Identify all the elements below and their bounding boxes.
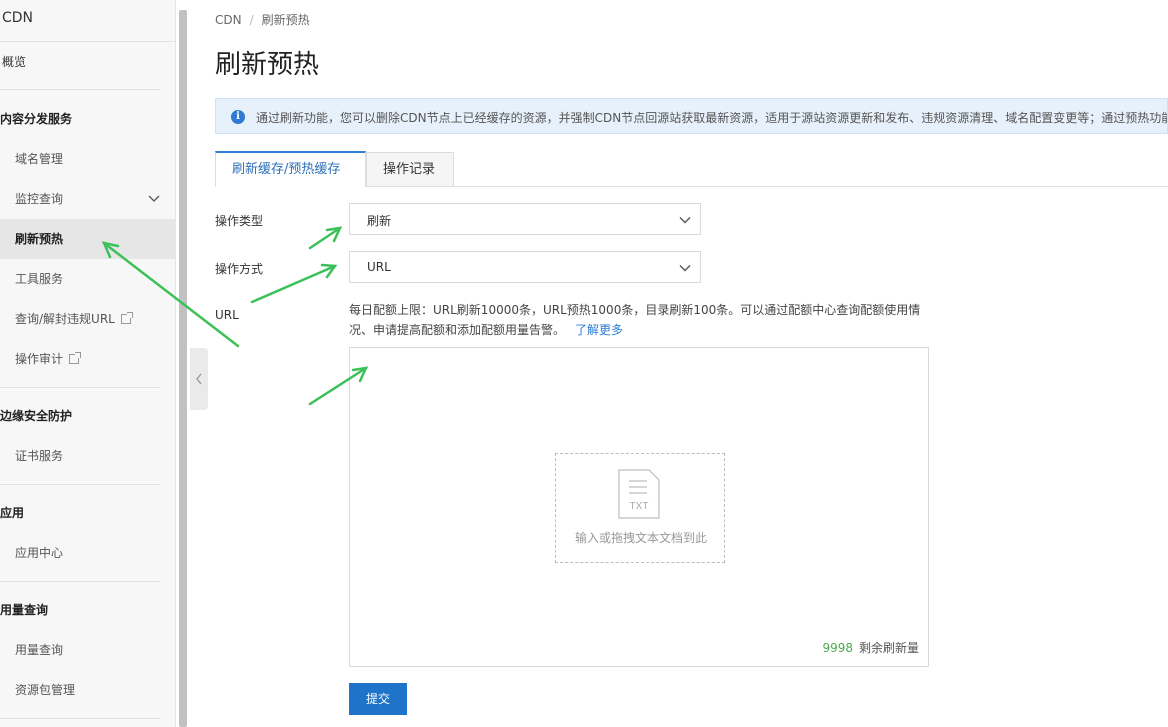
tab-bar: 刷新缓存/预热缓存 操作记录 xyxy=(215,151,1168,187)
sidebar-divider xyxy=(0,484,160,485)
sidebar-group-content: 内容分发服务 xyxy=(0,112,73,126)
remaining-counter: 9998 剩余刷新量 xyxy=(822,639,919,656)
info-notice: i 通过刷新功能，您可以删除CDN节点上已经缓存的资源，并强制CDN节点回源站获… xyxy=(215,98,1168,134)
main-content: CDN / 刷新预热 刷新预热 i 通过刷新功能，您可以删除CDN节点上已经缓存的资… xyxy=(215,0,1168,727)
page-title: 刷新预热 xyxy=(215,50,320,80)
external-link-icon xyxy=(69,352,82,364)
sidebar-item-package[interactable]: 资源包管理 xyxy=(0,670,176,710)
notice-text: 通过刷新功能，您可以删除CDN节点上已经缓存的资源，并强制CDN节点回源站获取最… xyxy=(256,111,1168,125)
svg-text:TXT: TXT xyxy=(630,501,649,512)
operation-type-label: 操作类型 xyxy=(215,214,264,228)
sidebar-group-edge: 边缘安全防护 xyxy=(0,409,73,423)
sidebar-item-tools[interactable]: 工具服务 xyxy=(0,259,176,299)
operation-mode-label: 操作方式 xyxy=(215,262,264,276)
breadcrumb: CDN / 刷新预热 xyxy=(215,11,310,28)
sidebar-collapse-button[interactable] xyxy=(190,348,208,410)
tab-operation-log[interactable]: 操作记录 xyxy=(366,152,454,187)
url-label: URL xyxy=(215,308,239,322)
sidebar-divider xyxy=(0,718,160,719)
sidebar-group-usage: 用量查询 xyxy=(0,603,49,617)
sidebar-item-refresh[interactable]: 刷新预热 xyxy=(0,219,176,259)
breadcrumb-root[interactable]: CDN xyxy=(215,13,242,27)
txt-file-icon: TXT xyxy=(618,469,660,519)
sidebar-item-domain[interactable]: 域名管理 xyxy=(0,139,176,179)
dropzone-text: 输入或拖拽文本文档到此 xyxy=(574,531,707,545)
breadcrumb-current: 刷新预热 xyxy=(261,13,310,27)
sidebar-divider xyxy=(0,387,160,388)
sidebar-item-cert[interactable]: 证书服务 xyxy=(0,436,176,476)
sidebar-item-label: 操作审计 xyxy=(15,352,64,366)
info-icon: i xyxy=(231,110,245,124)
remaining-label: 剩余刷新量 xyxy=(858,641,919,655)
chevron-left-icon xyxy=(196,373,202,385)
tab-refresh-preload[interactable]: 刷新缓存/预热缓存 xyxy=(215,151,366,187)
sidebar-divider xyxy=(0,89,160,90)
sidebar: CDN 概览 内容分发服务 域名管理 监控查询 刷新预热 工具服务 查询/解封违… xyxy=(0,0,176,727)
sidebar-item-app-center[interactable]: 应用中心 xyxy=(0,533,176,573)
chevron-down-icon xyxy=(679,217,691,224)
sidebar-item-label: 查询/解封违规URL xyxy=(15,312,115,326)
quota-text: 每日配额上限：URL刷新10000条，URL预热1000条，目录刷新100条。可… xyxy=(349,303,921,337)
sidebar-item-monitor[interactable]: 监控查询 xyxy=(0,179,176,219)
sidebar-title: CDN xyxy=(0,0,176,42)
quota-description: 每日配额上限：URL刷新10000条，URL预热1000条，目录刷新100条。可… xyxy=(349,300,939,340)
breadcrumb-separator: / xyxy=(249,13,254,27)
submit-button[interactable]: 提交 xyxy=(349,683,407,715)
scrollbar-thumb[interactable] xyxy=(179,10,187,727)
operation-mode-value: URL xyxy=(367,260,391,274)
file-dropzone[interactable]: TXT 输入或拖拽文本文档到此 xyxy=(555,453,725,563)
sidebar-group-apps: 应用 xyxy=(0,506,25,520)
sidebar-item-overview[interactable]: 概览 xyxy=(0,42,176,82)
sidebar-item-violation[interactable]: 查询/解封违规URL xyxy=(0,299,176,339)
sidebar-item-usage-query[interactable]: 用量查询 xyxy=(0,630,176,670)
operation-type-value: 刷新 xyxy=(367,214,392,228)
external-link-icon xyxy=(120,312,133,324)
sidebar-scrollbar[interactable] xyxy=(178,0,188,727)
sidebar-item-audit[interactable]: 操作审计 xyxy=(0,339,176,379)
remaining-count: 9998 xyxy=(822,641,853,655)
url-textarea[interactable]: TXT 输入或拖拽文本文档到此 9998 剩余刷新量 xyxy=(349,347,929,667)
operation-type-select[interactable]: 刷新 xyxy=(349,203,701,235)
learn-more-link[interactable]: 了解更多 xyxy=(575,323,623,337)
sidebar-item-label: 监控查询 xyxy=(15,192,64,206)
sidebar-divider xyxy=(0,581,160,582)
chevron-down-icon xyxy=(679,265,691,272)
operation-mode-select[interactable]: URL xyxy=(349,251,701,283)
